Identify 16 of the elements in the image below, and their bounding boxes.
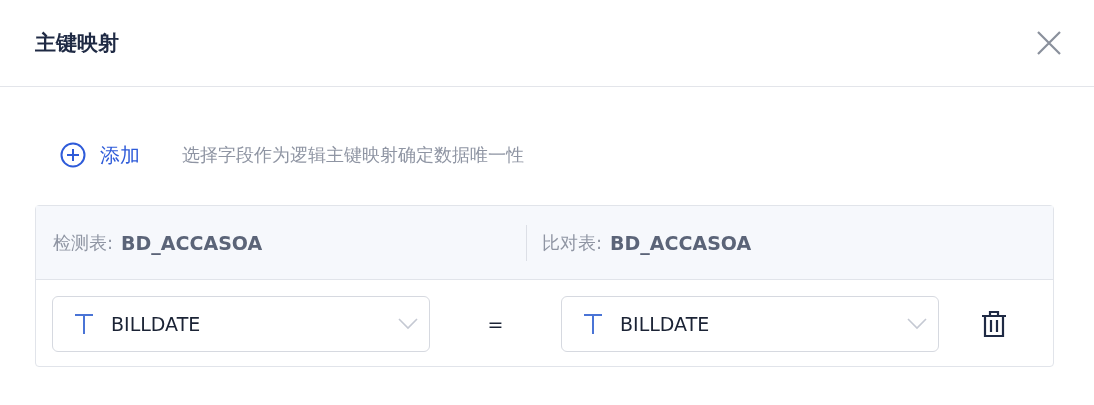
column-label: 比对表: — [542, 230, 603, 255]
field-select[interactable]: BILLDATE — [52, 296, 430, 352]
table-name: BD_ACCASOA — [121, 231, 263, 254]
chevron-down-icon — [906, 317, 928, 331]
equals-sign: = — [486, 313, 505, 335]
column-label: 检测表: — [53, 230, 114, 255]
text-type-icon — [582, 312, 604, 336]
trash-icon[interactable] — [979, 309, 1009, 339]
plus-circle-icon — [60, 142, 86, 168]
add-button[interactable]: 添加 — [60, 141, 140, 169]
text-type-icon — [73, 312, 95, 336]
hint-text: 选择字段作为逻辑主键映射确定数据唯一性 — [182, 143, 524, 167]
chevron-down-icon — [397, 317, 419, 331]
dialog-title: 主键映射 — [35, 30, 119, 57]
field-select[interactable]: BILLDATE — [561, 296, 939, 352]
table-name: BD_ACCASOA — [610, 231, 752, 254]
